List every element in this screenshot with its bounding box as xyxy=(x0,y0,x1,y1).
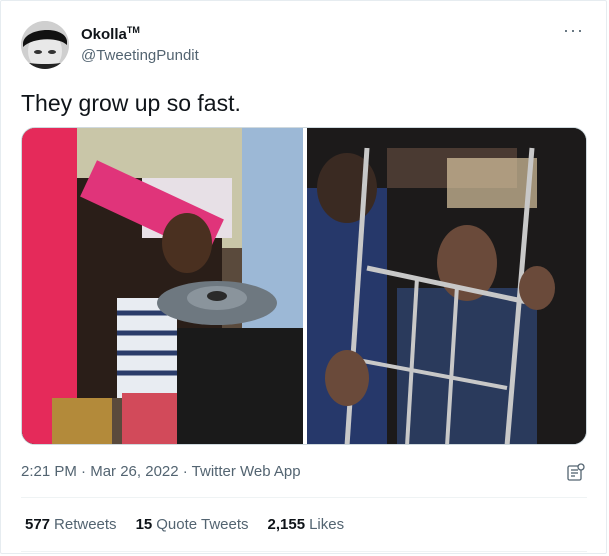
retweets-label: Retweets xyxy=(54,516,117,533)
display-name[interactable]: OkollaTM xyxy=(81,25,140,43)
quote-tweets-count: 15 xyxy=(135,516,153,533)
media-photo-right[interactable] xyxy=(307,128,587,445)
divider xyxy=(21,551,587,552)
display-name-text: Okolla xyxy=(81,26,127,43)
avatar[interactable] xyxy=(21,21,69,69)
retweets-count: 577 xyxy=(25,516,51,533)
user-handle[interactable]: @TweetingPundit xyxy=(81,47,199,64)
likes-stat[interactable]: 2,155 Likes xyxy=(268,516,345,533)
media-photo-left[interactable] xyxy=(22,128,303,445)
tweet-date[interactable]: Mar 26, 2022 xyxy=(90,463,178,480)
tweet-text: They grow up so fast. xyxy=(21,90,241,116)
likes-label: Likes xyxy=(309,516,345,533)
avatar-image xyxy=(21,21,69,69)
divider xyxy=(21,497,587,498)
meta-separator: · xyxy=(178,463,192,480)
retweets-stat[interactable]: 577 Retweets xyxy=(25,516,117,533)
quote-tweets-stat[interactable]: 15 Quote Tweets xyxy=(136,516,249,533)
tweet-source[interactable]: Twitter Web App xyxy=(192,463,301,480)
meta-separator: · xyxy=(76,463,91,480)
tweet-time[interactable]: 2:21 PM xyxy=(21,463,77,480)
engagement-stats: 577 Retweets 15 Quote Tweets 2,155 Likes xyxy=(25,516,344,533)
quote-tweets-label: Quote Tweets xyxy=(156,516,249,533)
tweet-card: OkollaTM @TweetingPundit ··· They grow u… xyxy=(0,0,607,554)
tweet-meta: 2:21 PM · Mar 26, 2022 · Twitter Web App xyxy=(21,463,301,480)
likes-count: 2,155 xyxy=(267,516,306,533)
more-dots-icon[interactable]: ··· xyxy=(563,21,584,39)
analytics-icon[interactable] xyxy=(567,463,585,481)
tweet-media[interactable] xyxy=(21,127,587,445)
display-name-suffix: TM xyxy=(126,25,140,35)
